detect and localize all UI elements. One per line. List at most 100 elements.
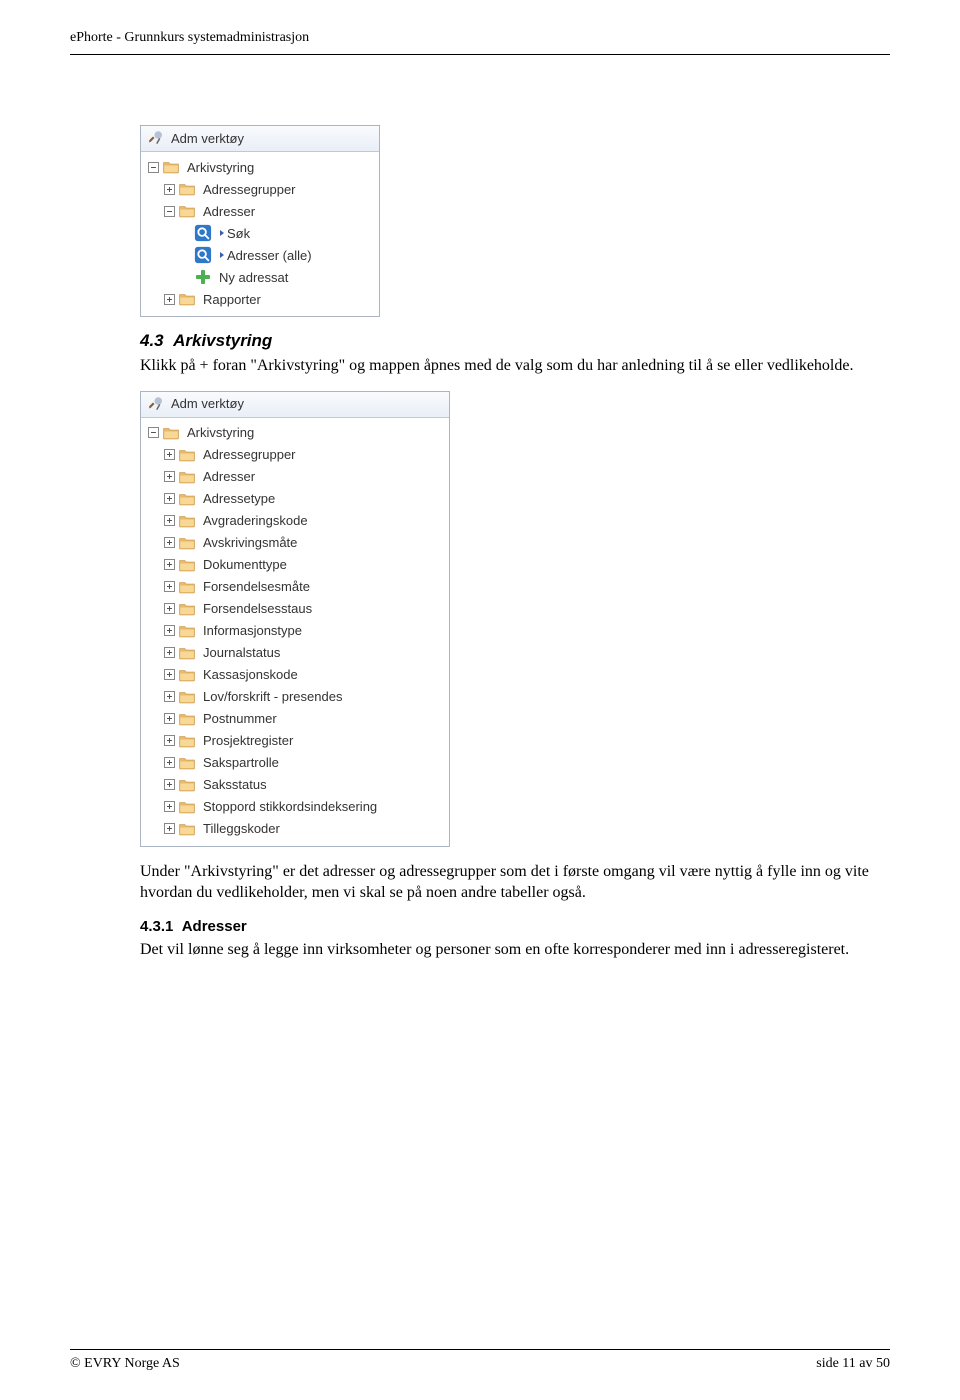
folder-icon [177, 469, 197, 485]
tree-large: ArkivstyringAdressegrupper Adresser Adress… [141, 418, 449, 846]
tree-item[interactable]: Journalstatus [145, 642, 445, 664]
panel-title-label: Adm verktøy [171, 396, 244, 411]
expand-icon[interactable] [164, 184, 175, 195]
panel-title-bar: Adm verktøy [141, 126, 379, 152]
tree-item[interactable]: Kassasjonskode [145, 664, 445, 686]
expand-icon[interactable] [164, 294, 175, 305]
tree-item[interactable]: Arkivstyring [145, 422, 445, 444]
folder-icon [177, 623, 197, 639]
folder-icon [177, 579, 197, 595]
tree-item[interactable]: Forsendelsesstaus [145, 598, 445, 620]
folder-icon [177, 601, 197, 617]
collapse-icon[interactable] [164, 206, 175, 217]
add-icon [193, 269, 213, 285]
tree-item[interactable]: Sakspartrolle [145, 752, 445, 774]
expand-icon[interactable] [164, 625, 175, 636]
tools-icon [147, 129, 165, 147]
tree-item[interactable]: Prosjektregister [145, 730, 445, 752]
expand-icon[interactable] [164, 691, 175, 702]
heading-title: Adresser [182, 918, 247, 935]
expand-icon[interactable] [164, 581, 175, 592]
expand-icon[interactable] [164, 757, 175, 768]
tree-item[interactable]: Adresser [145, 200, 375, 222]
tree-item[interactable]: Søk [145, 222, 375, 244]
tree-item[interactable]: Adressegrupper [145, 444, 445, 466]
tools-icon [147, 395, 165, 413]
expand-icon[interactable] [164, 801, 175, 812]
folder-icon [161, 425, 181, 441]
tree-item-label: Adresser [203, 469, 255, 484]
tree-item[interactable]: Arkivstyring [145, 156, 375, 178]
folder-icon [177, 689, 197, 705]
tree-item[interactable]: Adressetype [145, 488, 445, 510]
tree-item-label: Arkivstyring [187, 160, 254, 175]
tree-expander-slot [161, 691, 177, 702]
tree-item-label: Adressegrupper [203, 182, 296, 197]
tree-item[interactable]: Avskrivingsmåte [145, 532, 445, 554]
top-rule [70, 54, 890, 55]
tree-item-label: Saksstatus [203, 777, 267, 792]
expand-icon[interactable] [164, 713, 175, 724]
expand-icon[interactable] [164, 559, 175, 570]
panel-adm-verktoy-small: Adm verktøy Arkivstyring Adressegrupper Ad… [140, 125, 380, 317]
tree-item[interactable]: Rapporter [145, 288, 375, 310]
chevron-down-icon[interactable] [220, 252, 224, 258]
folder-icon [177, 755, 197, 771]
tree-item-label: Informasjonstype [203, 623, 302, 638]
tree-item[interactable]: Avgraderingskode [145, 510, 445, 532]
tree-expander-slot [161, 581, 177, 592]
folder-icon [177, 181, 197, 197]
expand-icon[interactable] [164, 449, 175, 460]
heading-num: 4.3 [140, 331, 164, 350]
tree-expander-slot [145, 162, 161, 173]
expand-icon[interactable] [164, 735, 175, 746]
tree-item-label: Søk [227, 226, 250, 241]
expand-icon[interactable] [164, 823, 175, 834]
tree-item[interactable]: Forsendelsesmåte [145, 576, 445, 598]
tree-item-label: Kassasjonskode [203, 667, 298, 682]
tree-item[interactable]: Adresser [145, 466, 445, 488]
collapse-icon[interactable] [148, 162, 159, 173]
tree-item-label: Adresser (alle) [227, 248, 312, 263]
tree-item[interactable]: Stoppord stikkordsindeksering [145, 796, 445, 818]
tree-item[interactable]: Saksstatus [145, 774, 445, 796]
tree-item-label: Avskrivingsmåte [203, 535, 297, 550]
tree-item[interactable]: Ny adressat [145, 266, 375, 288]
tree-expander-slot [161, 515, 177, 526]
chevron-down-icon[interactable] [220, 230, 224, 236]
footer-right: side 11 av 50 [816, 1356, 890, 1372]
expand-icon[interactable] [164, 537, 175, 548]
tree-item[interactable]: Adressegrupper [145, 178, 375, 200]
tree-item[interactable]: Postnummer [145, 708, 445, 730]
search-icon [193, 246, 213, 264]
page-header: ePhorte - Grunnkurs systemadministrasjon [70, 30, 890, 46]
tree-item-label: Adresser [203, 204, 255, 219]
tree-expander-slot [161, 603, 177, 614]
tree-item[interactable]: Adresser (alle) [145, 244, 375, 266]
para-under: Under "Arkivstyring" er det adresser og … [140, 861, 870, 904]
expand-icon[interactable] [164, 603, 175, 614]
tree-expander-slot [161, 471, 177, 482]
expand-icon[interactable] [164, 471, 175, 482]
tree-item[interactable]: Dokumenttype [145, 554, 445, 576]
tree-expander-slot [145, 427, 161, 438]
collapse-icon[interactable] [148, 427, 159, 438]
tree-item-label: Rapporter [203, 292, 261, 307]
folder-icon [177, 491, 197, 507]
folder-icon [177, 557, 197, 573]
tree-item[interactable]: Lov/forskrift - presendes [145, 686, 445, 708]
expand-icon[interactable] [164, 493, 175, 504]
folder-icon [177, 535, 197, 551]
tree-expander-slot [161, 713, 177, 724]
page-footer: © EVRY Norge AS side 11 av 50 [70, 1349, 890, 1372]
panel-adm-verktoy-large: Adm verktøy ArkivstyringAdressegrupper Ad… [140, 391, 450, 847]
expand-icon[interactable] [164, 669, 175, 680]
tree-item-label: Sakspartrolle [203, 755, 279, 770]
heading-4-3-1: 4.3.1 Adresser [140, 918, 870, 935]
expand-icon[interactable] [164, 647, 175, 658]
tree-item[interactable]: Tilleggskoder [145, 818, 445, 840]
tree-expander-slot [161, 823, 177, 834]
expand-icon[interactable] [164, 515, 175, 526]
expand-icon[interactable] [164, 779, 175, 790]
tree-item[interactable]: Informasjonstype [145, 620, 445, 642]
